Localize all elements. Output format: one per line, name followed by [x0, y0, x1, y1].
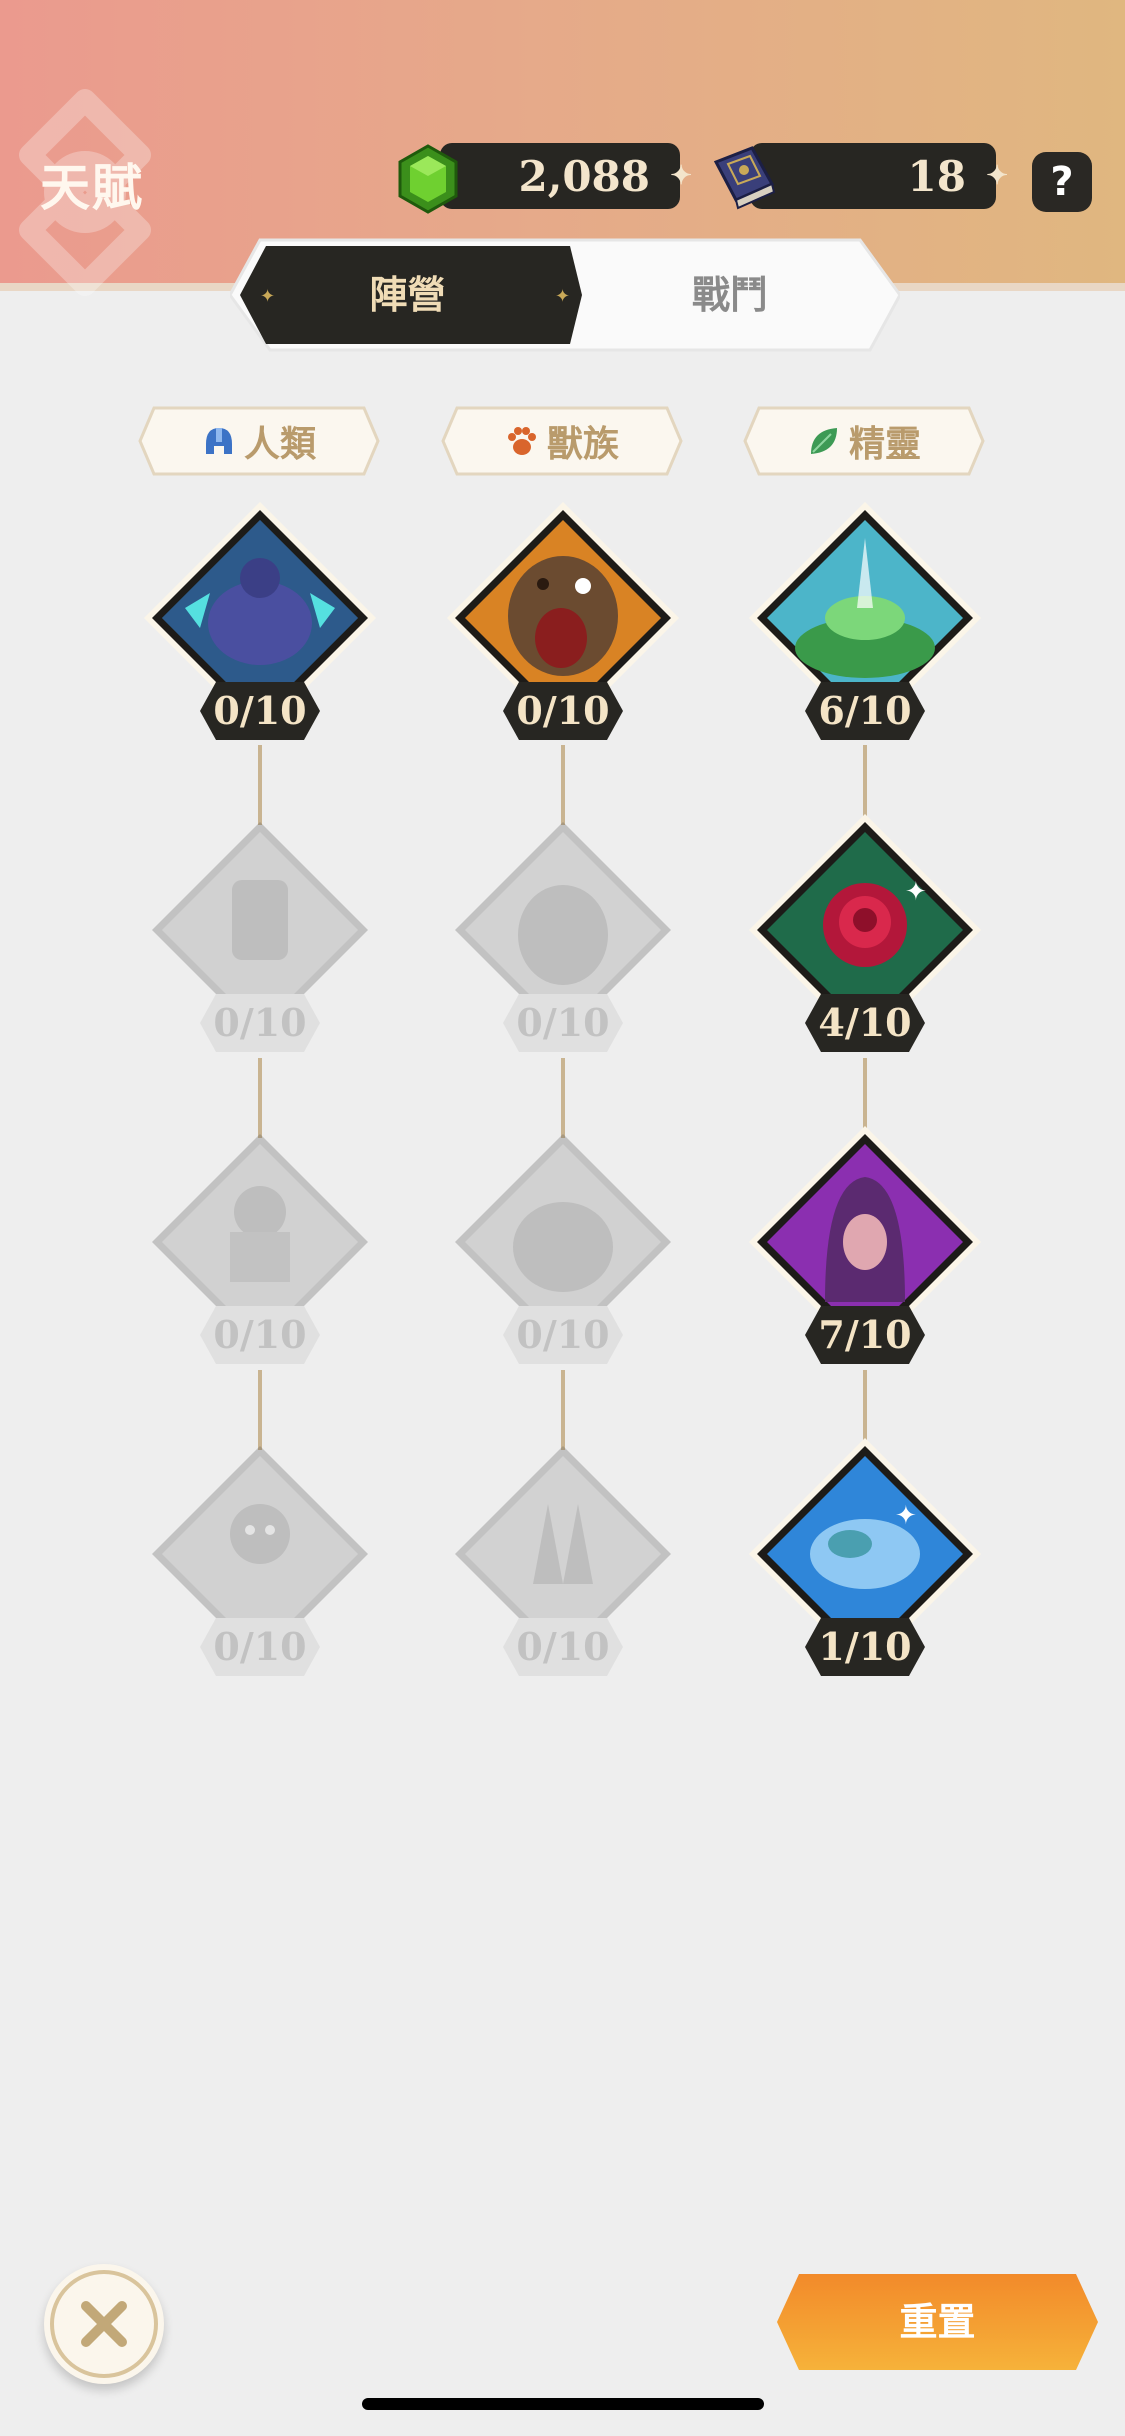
- sparkle-icon: ✦: [986, 161, 1008, 191]
- faction-label: 人類: [243, 424, 316, 465]
- talent-beast-2[interactable]: 0/10: [443, 810, 683, 1052]
- spell-book-icon: [713, 146, 776, 210]
- talent-beast-4[interactable]: 0/10: [443, 1434, 683, 1676]
- tab-faction[interactable]: 陣營: [240, 240, 575, 350]
- talent-level-badge: 0/10: [198, 992, 322, 1054]
- talent-level-badge: 7/10: [803, 1304, 927, 1366]
- tome-count: 18: [907, 152, 966, 201]
- talent-human-2[interactable]: 0/10: [140, 810, 380, 1052]
- talent-level-badge: 0/10: [198, 680, 322, 742]
- talent-level-badge: 0/10: [501, 1616, 625, 1678]
- talent-human-3[interactable]: 0/10: [140, 1122, 380, 1364]
- close-icon: [50, 2270, 158, 2378]
- talent-level-badge: 0/10: [198, 1304, 322, 1366]
- gem-count: 2,088: [518, 152, 650, 201]
- green-gem-icon: [398, 144, 458, 214]
- talent-level-badge: 0/10: [501, 680, 625, 742]
- talent-level-badge: 0/10: [501, 992, 625, 1054]
- talent-human-4[interactable]: 0/10: [140, 1434, 380, 1676]
- talent-beast-3[interactable]: 0/10: [443, 1122, 683, 1364]
- tab-combat[interactable]: 戰鬥: [580, 240, 880, 350]
- paw-icon: [507, 427, 536, 455]
- faction-header-beast: 獸族: [441, 404, 683, 478]
- helmet-icon: [205, 428, 232, 454]
- reset-button[interactable]: 重置: [775, 2270, 1100, 2374]
- close-button[interactable]: [44, 2264, 164, 2384]
- tome-counter: 18 ✦: [750, 143, 1008, 209]
- sparkle-icon: ✦: [670, 161, 692, 191]
- help-button[interactable]: ?: [1032, 152, 1092, 212]
- talent-human-1[interactable]: 0/10: [140, 498, 380, 740]
- talent-elf-4[interactable]: ✦ 1/10: [745, 1434, 985, 1676]
- svg-text:✦: ✦: [895, 1501, 917, 1531]
- talent-elf-2[interactable]: ✦ 4/10: [745, 810, 985, 1052]
- leaf-icon: [810, 428, 837, 454]
- faction-label: 精靈: [848, 424, 921, 465]
- talent-level-badge: 1/10: [803, 1616, 927, 1678]
- talent-elf-1[interactable]: 6/10: [745, 498, 985, 740]
- talent-level-badge: 6/10: [803, 680, 927, 742]
- gem-counter: 2,088 ✦: [440, 143, 692, 209]
- talent-level-badge: 4/10: [803, 992, 927, 1054]
- page-title: 天賦: [40, 159, 144, 217]
- talent-elf-3[interactable]: 7/10: [745, 1122, 985, 1364]
- home-indicator[interactable]: [362, 2398, 764, 2410]
- talent-level-badge: 0/10: [198, 1616, 322, 1678]
- svg-text:✦: ✦: [905, 877, 927, 907]
- faction-header-elf: 精靈: [743, 404, 985, 478]
- talent-beast-1[interactable]: 0/10: [443, 498, 683, 740]
- faction-label: 獸族: [546, 424, 619, 465]
- talent-level-badge: 0/10: [501, 1304, 625, 1366]
- faction-header-human: 人類: [138, 404, 380, 478]
